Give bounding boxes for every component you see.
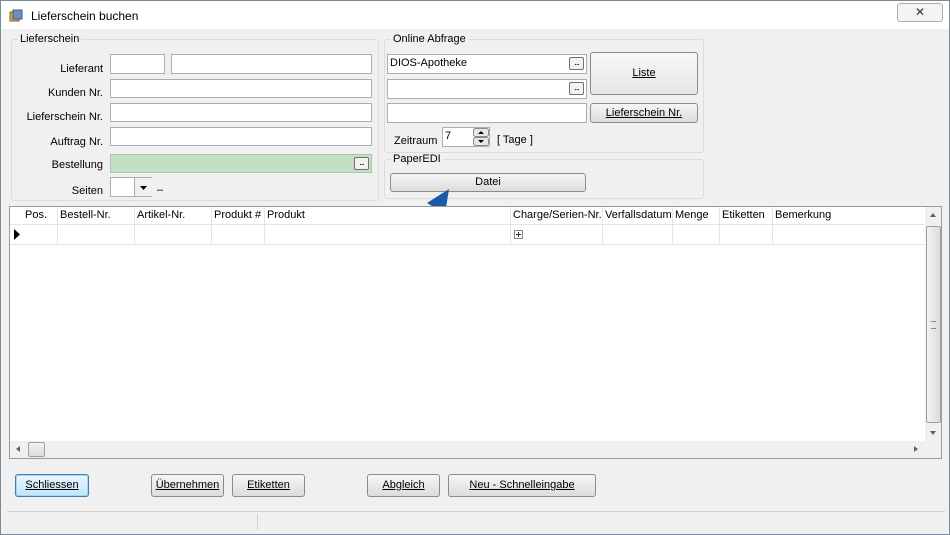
schliessen-button-label: Schliessen xyxy=(25,479,79,491)
zeitraum-spinner[interactable] xyxy=(473,128,489,146)
neu-schnelleingabe-button-label: Neu - Schnelleingabe xyxy=(469,479,575,491)
vertical-scrollbar[interactable] xyxy=(925,207,941,441)
row-indicator-icon xyxy=(14,229,20,240)
status-bar xyxy=(7,511,945,532)
auftrag-nr-field[interactable] xyxy=(110,127,372,146)
liste-button[interactable]: Liste xyxy=(590,52,698,95)
liste-button-label: Liste xyxy=(632,67,656,79)
cell-bemerkung[interactable] xyxy=(773,225,924,244)
column-header-etiketten[interactable]: Etiketten xyxy=(720,207,773,224)
column-header-artikel-nr[interactable]: Artikel-Nr. xyxy=(135,207,212,224)
column-header-pos[interactable]: Pos. xyxy=(23,207,58,224)
cell-pos[interactable] xyxy=(23,225,58,244)
horizontal-scrollbar[interactable] xyxy=(10,441,941,458)
bestellung-label: Bestellung xyxy=(51,159,103,171)
online-field-1[interactable]: DIOS-Apotheke xyxy=(387,54,587,74)
horizontal-scroll-thumb[interactable] xyxy=(28,442,45,457)
scroll-right-icon[interactable] xyxy=(908,441,924,458)
bestellung-field[interactable] xyxy=(110,154,372,173)
lieferant-code-field[interactable] xyxy=(110,54,165,74)
app-icon xyxy=(9,9,23,22)
close-button[interactable]: ✕ xyxy=(897,3,943,22)
lieferschein-group-title: Lieferschein xyxy=(18,33,82,45)
zeitraum-label: Zeitraum xyxy=(394,135,438,147)
column-header-charge[interactable]: Charge/Serien-Nr. xyxy=(511,207,603,224)
uebernehmen-button[interactable]: Übernehmen xyxy=(151,474,224,497)
online-field-3[interactable] xyxy=(387,103,587,123)
tage-label: [ Tage ] xyxy=(497,134,533,146)
neu-schnelleingabe-button[interactable]: Neu - Schnelleingabe xyxy=(448,474,596,497)
table-row[interactable] xyxy=(10,224,924,245)
title-bar: Lieferschein buchen ✕ xyxy=(1,1,949,29)
scroll-down-icon[interactable] xyxy=(925,425,941,441)
datei-button-label: Datei xyxy=(475,176,501,188)
window: Lieferschein buchen ✕ Lieferschein Liefe… xyxy=(0,0,950,535)
kunden-nr-label: Kunden Nr. xyxy=(47,87,103,99)
cell-menge[interactable] xyxy=(673,225,720,244)
column-header-bemerkung[interactable]: Bemerkung xyxy=(773,207,924,224)
cell-charge[interactable] xyxy=(511,225,603,244)
cell-verfallsdatum[interactable] xyxy=(603,225,673,244)
vertical-scroll-thumb[interactable] xyxy=(926,226,941,423)
lieferant-name-field[interactable] xyxy=(171,54,372,74)
kunden-nr-field[interactable] xyxy=(110,79,372,98)
abgleich-button-label: Abgleich xyxy=(382,479,425,491)
lieferant-label: Lieferant xyxy=(60,63,103,75)
cell-bestell-nr[interactable] xyxy=(58,225,135,244)
uebernehmen-button-label: Übernehmen xyxy=(155,479,220,491)
window-title: Lieferschein buchen xyxy=(31,9,139,23)
lieferschein-nr-label: Lieferschein Nr. xyxy=(26,111,103,123)
etiketten-button[interactable]: Etiketten xyxy=(232,474,305,497)
column-header-bestell-nr[interactable]: Bestell-Nr. xyxy=(58,207,135,224)
chevron-down-icon xyxy=(140,186,147,190)
cell-produkt[interactable] xyxy=(265,225,511,244)
seiten-suffix: – xyxy=(157,184,164,196)
lieferschein-nr-field[interactable] xyxy=(110,103,372,122)
seiten-label: Seiten xyxy=(71,185,103,197)
positions-grid[interactable]: Pos. Bestell-Nr. Artikel-Nr. Produkt # Produ… xyxy=(9,206,942,459)
online-field-2[interactable] xyxy=(387,79,587,99)
lieferschein-nr-button-label: Lieferschein Nr. xyxy=(605,107,683,119)
cell-produkt-nr[interactable] xyxy=(212,225,265,244)
online-field-1-browse-button[interactable]: ... xyxy=(569,57,584,70)
online-field-2-browse-button[interactable]: ... xyxy=(569,82,584,95)
schliessen-button[interactable]: Schliessen xyxy=(15,474,89,497)
online-abfrage-group-title: Online Abfrage xyxy=(391,33,468,45)
column-header-produkt[interactable]: Produkt xyxy=(265,207,511,224)
seiten-dropdown-button[interactable] xyxy=(134,178,152,196)
scroll-left-icon[interactable] xyxy=(10,441,26,458)
cell-artikel-nr[interactable] xyxy=(135,225,212,244)
scroll-up-icon[interactable] xyxy=(925,207,941,223)
status-bar-divider xyxy=(257,514,258,530)
etiketten-button-label: Etiketten xyxy=(247,479,290,491)
cell-etiketten[interactable] xyxy=(720,225,773,244)
column-header-menge[interactable]: Menge xyxy=(673,207,720,224)
column-header-verfallsdatum[interactable]: Verfallsdatum xyxy=(603,207,673,224)
column-header-produkt-nr[interactable]: Produkt # xyxy=(212,207,265,224)
close-icon: ✕ xyxy=(914,5,926,19)
paperedi-group-title: PaperEDI xyxy=(391,153,443,165)
lieferschein-nr-button[interactable]: Lieferschein Nr. xyxy=(590,103,698,123)
spinner-arrows-icon xyxy=(473,128,489,146)
expand-plus-icon[interactable] xyxy=(514,230,523,239)
bestellung-browse-button[interactable]: ... xyxy=(354,157,369,170)
abgleich-button[interactable]: Abgleich xyxy=(367,474,440,497)
auftrag-nr-label: Auftrag Nr. xyxy=(50,136,103,148)
